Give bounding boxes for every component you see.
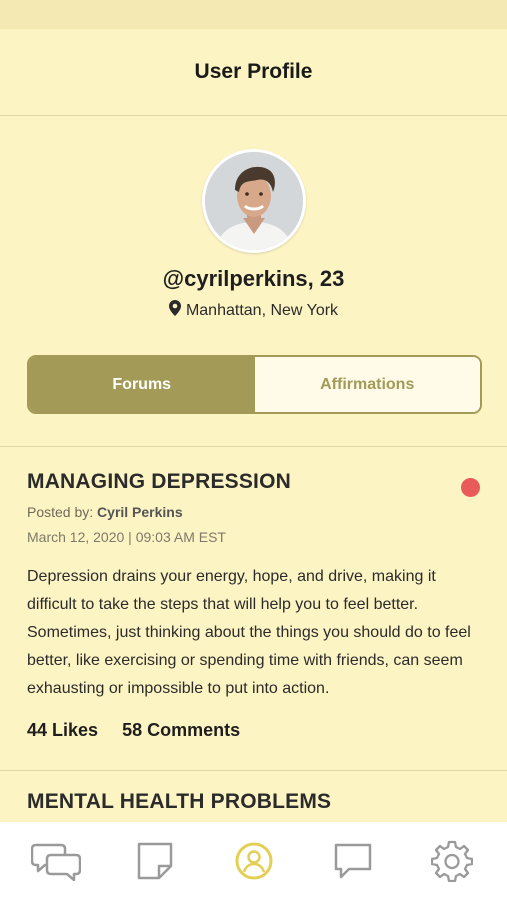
note-icon <box>137 842 172 880</box>
avatar <box>202 149 306 253</box>
post-author: Posted by: Cyril Perkins <box>27 504 482 520</box>
post-stats: 44 Likes 58 Comments <box>27 720 482 741</box>
nav-messages[interactable] <box>323 831 383 891</box>
forum-post[interactable]: MANAGING DEPRESSION Posted by: Cyril Per… <box>27 470 482 741</box>
divider <box>0 770 507 771</box>
likes-count[interactable]: 44 Likes <box>27 720 98 741</box>
post-title[interactable]: MENTAL HEALTH PROBLEMS <box>27 790 482 814</box>
comments-count[interactable]: 58 Comments <box>122 720 240 741</box>
tab-forums[interactable]: Forums <box>29 357 255 412</box>
page-title: User Profile <box>194 60 313 83</box>
tab-affirmations[interactable]: Affirmations <box>254 357 480 412</box>
nav-profile[interactable] <box>224 831 284 891</box>
post-title[interactable]: MANAGING DEPRESSION <box>27 470 482 494</box>
header: User Profile <box>0 29 507 116</box>
profile-icon <box>235 842 272 880</box>
divider <box>0 446 507 447</box>
bottom-nav <box>0 822 507 900</box>
chat-bubbles-icon <box>30 843 81 881</box>
posted-by-label: Posted by: <box>27 504 94 520</box>
forum-post[interactable]: MENTAL HEALTH PROBLEMS <box>27 790 482 814</box>
post-date: March 12, 2020 | 09:03 AM EST <box>27 529 226 545</box>
status-bar <box>0 0 507 29</box>
gear-icon <box>430 840 473 882</box>
nav-notes[interactable] <box>125 831 185 891</box>
profile-username: @cyrilperkins, 23 <box>162 266 345 291</box>
nav-forums[interactable] <box>26 831 86 891</box>
message-icon <box>334 843 371 879</box>
unread-indicator <box>461 478 480 497</box>
profile-tabs: Forums Affirmations <box>27 355 482 414</box>
map-pin-icon <box>168 300 181 321</box>
profile-location: Manhattan, New York <box>0 300 507 321</box>
author-name: Cyril Perkins <box>97 504 183 520</box>
nav-settings[interactable] <box>422 831 482 891</box>
location-text: Manhattan, New York <box>185 301 339 319</box>
post-body: Depression drains your energy, hope, and… <box>27 568 471 697</box>
